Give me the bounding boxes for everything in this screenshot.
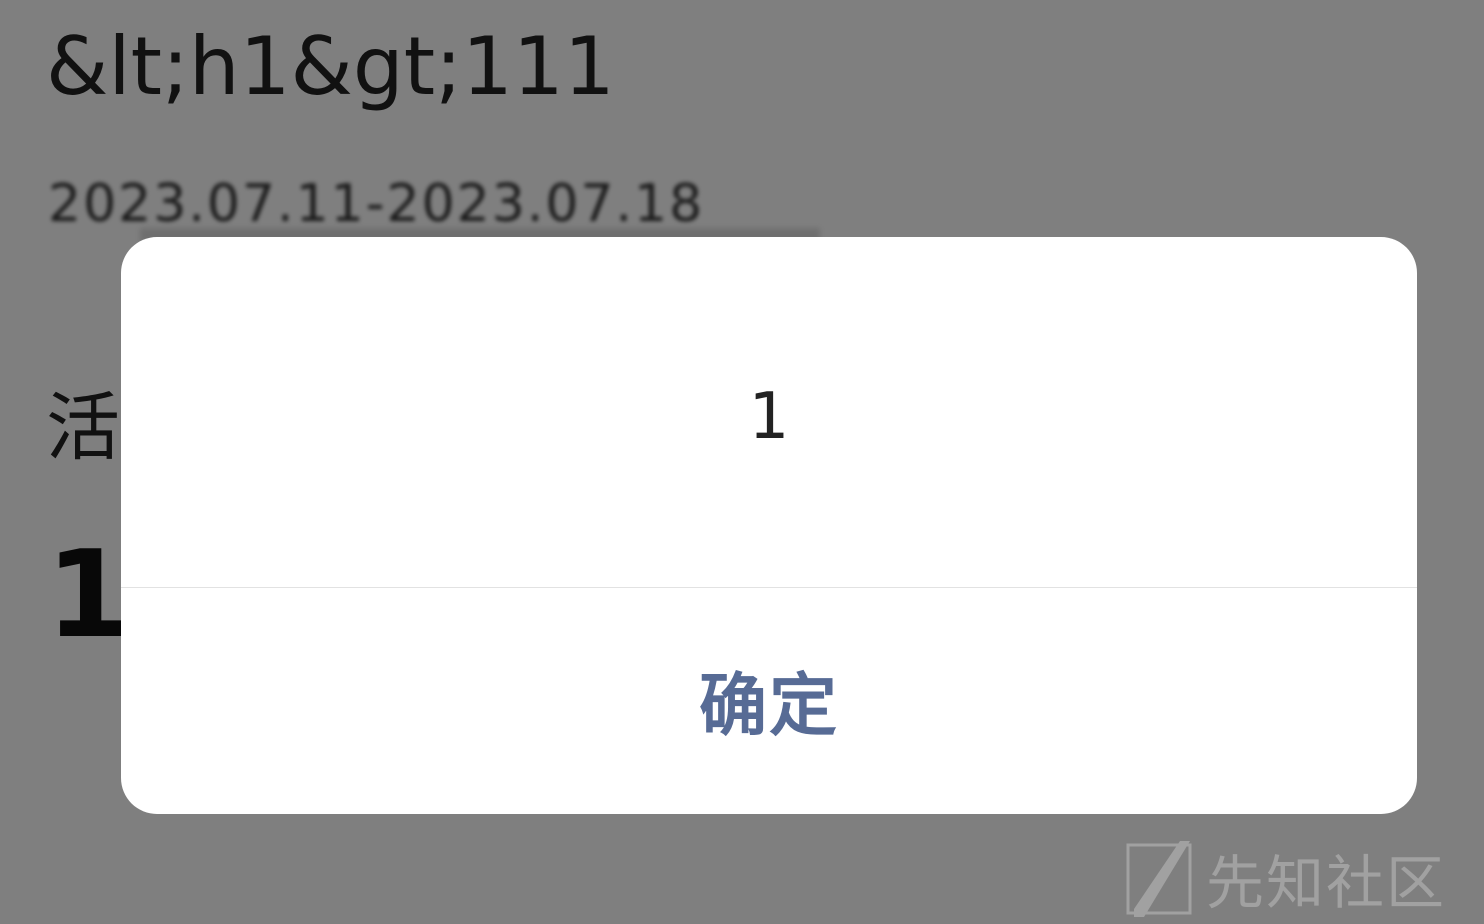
watermark-text: 先知社区 — [1206, 849, 1447, 917]
screen: &lt;h1&gt;111 2023.07.11-2023.07.18 活 1 … — [0, 0, 1484, 924]
confirm-button[interactable]: 确定 — [121, 588, 1417, 814]
dialog-body: 1 — [121, 237, 1417, 587]
alert-dialog: 1 确定 — [121, 237, 1417, 814]
dialog-message: 1 — [748, 380, 790, 454]
xianzhi-logo-icon — [1126, 841, 1192, 917]
confirm-button-label: 确定 — [698, 666, 839, 746]
watermark: 先知社区 — [1126, 838, 1446, 918]
